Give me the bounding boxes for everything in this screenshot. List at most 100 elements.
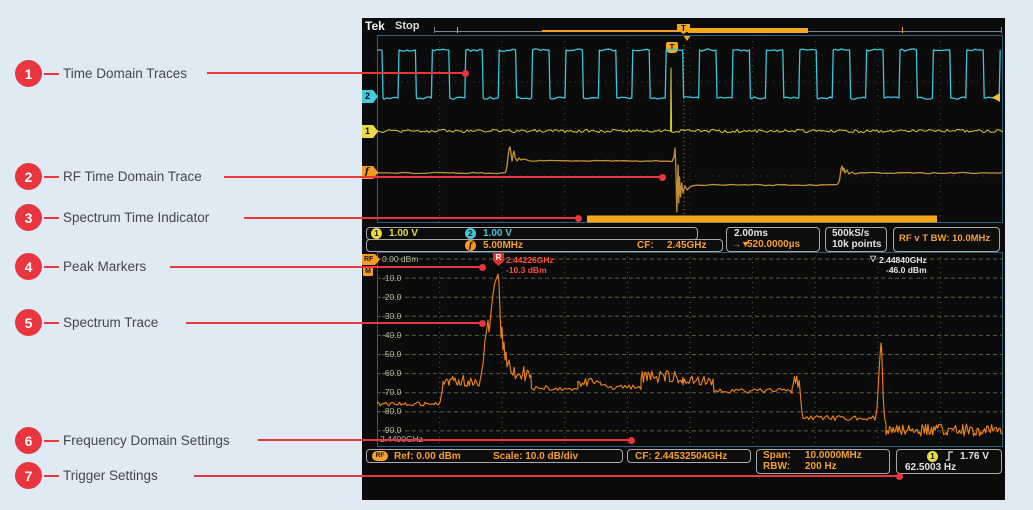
callout-dot (462, 69, 469, 77)
rising-edge-icon (946, 451, 953, 461)
sample-rate-readout: 500kS/s (832, 228, 870, 239)
rf-vs-time-bw-readout: RF v T BW: 10.0MHz (899, 233, 991, 244)
track-tick (457, 27, 458, 33)
cf-value: 2.45GHz (667, 240, 707, 251)
callout-dot (896, 472, 903, 480)
callout-label: Peak Markers (63, 259, 147, 274)
tek-logo: Tek (365, 19, 385, 33)
callout-dash (44, 265, 59, 268)
callout-number: 1 (15, 60, 42, 87)
span-rbw-box: Span: 10.0000MHz RBW: 200 Hz (756, 449, 890, 474)
timebase-readout: 2.00ms (734, 228, 768, 239)
spectrum-plot (377, 252, 1003, 447)
channel1-readout-badge: 1 (371, 228, 382, 239)
callout-trigger-settings: 7 Trigger Settings (15, 462, 158, 489)
track-tick (902, 27, 903, 33)
oscilloscope-screen: Tek Stop T T 2 1 f 1 1.00 V 2 1.00 V f 5… (362, 18, 1005, 500)
callout-number: 7 (15, 462, 42, 489)
rf-freq-scale-readout: 5.00MHz (483, 240, 524, 251)
callout-line (258, 439, 632, 441)
spectrum-time-topbar-thin (542, 30, 688, 32)
callout-label: Time Domain Traces (63, 66, 188, 81)
channel2-badge: 2 (362, 90, 378, 103)
track-tick (1001, 27, 1002, 33)
callout-spectrum-trace: 5 Spectrum Trace (15, 309, 158, 336)
db-scale-label: -70.0 (382, 387, 402, 397)
trigger-frequency-readout: 62.5003 Hz (905, 462, 957, 473)
scale-readout: Scale: 10.0 dB/div (493, 451, 579, 462)
callout-number: 4 (15, 253, 42, 280)
callout-spectrum-time-indicator: 3 Spectrum Time Indicator (15, 204, 209, 231)
callout-dot (575, 215, 582, 222)
rf-readout-box: f 5.00MHz CF: 2.45GHz (366, 239, 723, 252)
callout-dash (44, 72, 59, 75)
callout-line (207, 72, 466, 74)
peak-marker-frequency: 2.44840GHz (879, 255, 927, 265)
track-tick (434, 27, 435, 33)
rbw-label: RBW: (763, 461, 791, 472)
acquisition-readout-box: 500kS/s 10k points (825, 227, 887, 252)
callout-line (244, 217, 579, 219)
channel1-badge: 1 (362, 125, 378, 138)
rf-time-readout-badge: f (465, 240, 476, 251)
callout-label: RF Time Domain Trace (63, 169, 202, 184)
center-frequency-box: CF: 2.44532504GHz (627, 449, 751, 463)
span-value: 10.0000MHz (805, 450, 862, 461)
callout-time-domain-traces: 1 Time Domain Traces (15, 60, 187, 87)
db-scale-label: 0.00 dBm (382, 254, 419, 264)
db-scale-label: -40.0 (382, 330, 402, 340)
center-frequency-readout: CF: 2.44532504GHz (635, 451, 728, 462)
callout-dot (479, 263, 486, 271)
trigger-source-badge: 1 (927, 451, 938, 462)
trigger-readout-box: 1 1.76 V 62.5003 Hz (896, 449, 1002, 474)
callout-label: Spectrum Trace (63, 315, 159, 330)
trigger-level-readout: 1.76 V (960, 451, 989, 462)
reference-marker-amplitude: -10.3 dBm (506, 265, 547, 275)
callout-line (194, 475, 900, 477)
channel2-scale-readout: 1.00 V (483, 228, 512, 239)
callout-number: 6 (15, 427, 42, 454)
callout-number: 5 (15, 309, 42, 336)
db-scale-label: -30.0 (382, 311, 402, 321)
callout-rf-time-domain-trace: 2 RF Time Domain Trace (15, 163, 202, 190)
record-length-readout: 10k points (832, 239, 882, 250)
callout-dash (44, 216, 59, 219)
db-scale-label: -50.0 (382, 349, 402, 359)
callout-label: Spectrum Time Indicator (63, 210, 210, 225)
db-scale-label: -10.0 (382, 273, 402, 283)
annotated-oscilloscope-figure: Tek Stop T T 2 1 f 1 1.00 V 2 1.00 V f 5… (0, 0, 1033, 510)
spectrum-time-topbar (688, 28, 808, 33)
db-scale-label: -20.0 (382, 292, 402, 302)
cf-label: CF: (637, 240, 654, 251)
callout-line (224, 176, 663, 178)
spectrum-time-indicator-bar (587, 215, 937, 223)
callout-line (170, 266, 483, 268)
channel2-readout-badge: 2 (465, 228, 476, 239)
callout-dash (44, 321, 59, 324)
callout-dash (44, 439, 59, 442)
span-label: Span: (763, 450, 791, 461)
callout-dash (44, 175, 59, 178)
callout-dot (628, 436, 635, 444)
callout-dot (659, 174, 666, 181)
rf-bandwidth-box: RF v T BW: 10.0MHz (893, 227, 1000, 252)
reference-marker-frequency: 2.44226GHz (506, 255, 554, 265)
db-scale-label: -80.0 (382, 406, 402, 416)
rbw-value: 200 Hz (805, 461, 837, 472)
callout-line (186, 322, 483, 324)
callout-dash (44, 474, 59, 477)
time-domain-plot (377, 35, 1003, 223)
peak-marker-icon: ▽ (870, 254, 877, 263)
trigger-time-readout: 520.0000µs (747, 239, 801, 250)
callout-frequency-domain-settings: 6 Frequency Domain Settings (15, 427, 230, 454)
horizontal-readout-box: 2.00ms →▼ 520.0000µs (726, 227, 820, 252)
callout-dot (479, 319, 486, 327)
callout-number: 3 (15, 204, 42, 231)
callout-label: Trigger Settings (63, 468, 158, 483)
callout-peak-markers: 4 Peak Markers (15, 253, 146, 280)
ref-level-readout: Ref: 0.00 dBm (394, 451, 461, 462)
rf-settings-box: RF Ref: 0.00 dBm Scale: 10.0 dB/div (366, 449, 623, 463)
channel2-trace (377, 48, 1001, 100)
marker-m-badge: M (363, 267, 373, 276)
db-scale-label: -60.0 (382, 368, 402, 378)
